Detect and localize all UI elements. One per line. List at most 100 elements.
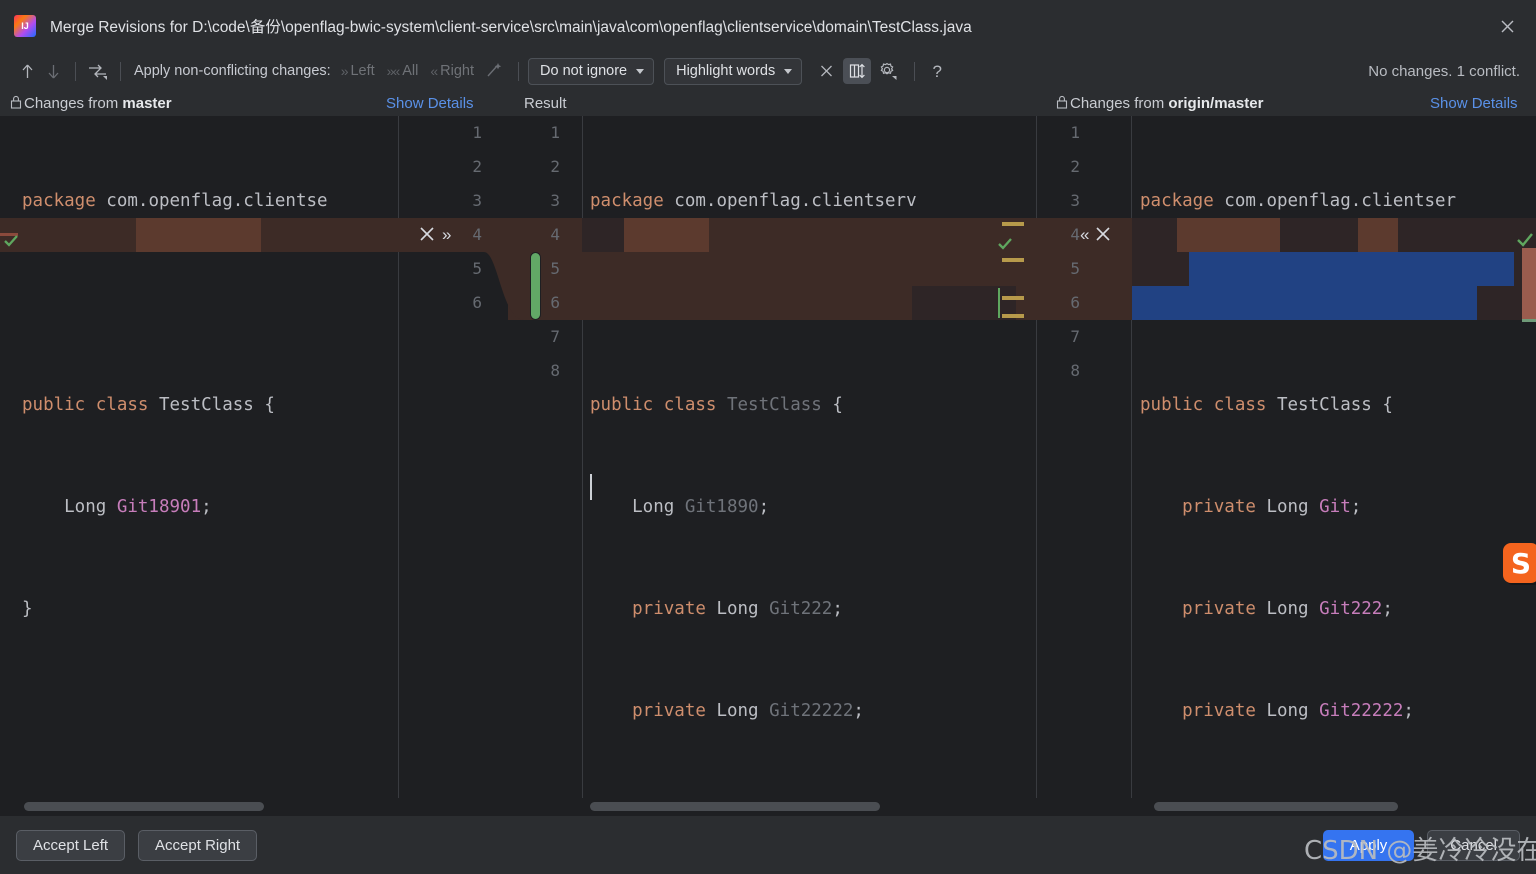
right-line-6: private Long Git22222; (1140, 701, 1414, 721)
chevron-down-icon-2 (784, 68, 793, 74)
right-lineno: 5 (1070, 259, 1080, 278)
left-inspection-ok-icon (3, 233, 19, 254)
right-line-2 (1140, 286, 1536, 320)
apply-left-button[interactable]: » Left (341, 63, 375, 79)
ignore-right-change-icon[interactable] (1094, 225, 1112, 243)
result-pane-title: Result (524, 94, 567, 112)
double-chevron-left-icon: « (430, 63, 438, 79)
apply-all-button[interactable]: »« All (387, 63, 419, 79)
gear-icon[interactable] (874, 58, 902, 84)
horizontal-scrollbars (0, 798, 1536, 816)
left-lineno: 6 (472, 293, 482, 312)
left-line-numbers: 1 2 3 4 5 6 (398, 116, 482, 320)
toolbar-separator-2 (120, 61, 121, 81)
toolbar-separator-4 (914, 61, 916, 81)
right-inspection-ok-icon (1516, 231, 1534, 254)
chevron-down-icon (636, 68, 645, 74)
highlight-policy-value: Highlight words (676, 63, 776, 79)
editors-region: package com.openflag.clientse public cla… (0, 116, 1536, 798)
result-lineno: 7 (550, 327, 560, 346)
right-gutter-spacer (1036, 798, 1132, 816)
toolbar: Apply non-conflicting changes: » Left »«… (0, 52, 1536, 90)
apply-button[interactable]: Apply (1322, 829, 1415, 861)
result-line-4: Long Git1890; (590, 497, 770, 517)
result-line-3: public class TestClass { (590, 395, 843, 415)
left-hscrollbar[interactable] (0, 798, 398, 816)
overview-change-marker (1522, 248, 1536, 322)
ignore-policy-value: Do not ignore (540, 63, 628, 79)
result-right-gutter[interactable]: 1 2 3 4 5 6 7 8 « (1036, 116, 1132, 798)
conflict-status-text: No changes. 1 conflict. (1368, 62, 1520, 80)
overview-marker-2 (1002, 258, 1024, 262)
left-pane-title: Changes from master (24, 94, 172, 112)
toolbar-separator (75, 61, 76, 81)
right-hscrollbar[interactable] (1132, 798, 1536, 816)
right-lineno: 7 (1070, 327, 1080, 346)
right-conflict-actions[interactable]: « (1080, 225, 1112, 243)
left-code: package com.openflag.clientse public cla… (0, 116, 398, 694)
apply-all-label: All (402, 63, 419, 79)
result-editor-pane[interactable]: package com.openflag.clientserv public c… (582, 116, 1036, 798)
apply-non-conflicting-label: Apply non-conflicting changes: (134, 63, 331, 79)
right-lineno: 2 (1070, 157, 1080, 176)
right-code: package com.openflag.clientser public cl… (1132, 116, 1536, 798)
result-line-numbers: 1 2 3 4 5 6 7 8 (498, 116, 560, 388)
left-lineno: 3 (472, 191, 482, 210)
ignore-policy-combo[interactable]: Do not ignore (528, 57, 655, 85)
accept-left-button[interactable]: Accept Left (16, 829, 126, 861)
mid-gutter-spacer (398, 798, 582, 816)
accept-left-change-icon[interactable]: » (442, 226, 451, 243)
next-difference-icon[interactable] (40, 58, 66, 84)
collapse-unchanged-icon[interactable] (812, 58, 840, 84)
right-hscroll-thumb[interactable] (1154, 802, 1398, 811)
left-hscroll-thumb[interactable] (24, 802, 264, 811)
merge-revisions-window: Merge Revisions for D:\code\备份\openflag-… (0, 0, 1536, 874)
highlight-policy-combo[interactable]: Highlight words (664, 57, 803, 85)
magic-wand-icon (486, 61, 503, 82)
magic-resolve-button[interactable] (486, 61, 503, 82)
ignore-left-change-icon[interactable] (418, 225, 436, 243)
result-code: package com.openflag.clientserv public c… (582, 116, 1036, 798)
result-hscrollbar[interactable] (582, 798, 1036, 816)
compare-columns-icon[interactable] (843, 58, 872, 84)
right-pane-header: Changes from origin/master (1056, 90, 1263, 116)
right-line-5: private Long Git222; (1140, 599, 1393, 619)
right-editor-pane[interactable]: package com.openflag.clientser public cl… (1132, 116, 1536, 798)
left-conflict-actions[interactable]: » (418, 225, 451, 243)
left-lineno: 1 (472, 123, 482, 142)
close-icon[interactable] (1494, 13, 1520, 39)
overview-marker-1 (1002, 222, 1024, 226)
left-show-details-link[interactable]: Show Details (386, 90, 474, 116)
result-lineno: 3 (550, 191, 560, 210)
result-line-6: private Long Git22222; (590, 701, 864, 721)
result-change-bar (530, 252, 541, 320)
result-lineno: 8 (550, 361, 560, 380)
right-show-details-link[interactable]: Show Details (1430, 90, 1518, 116)
bottom-button-bar: Accept Left Accept Right Apply Cancel CS… (0, 816, 1536, 874)
right-lineno: 6 (1070, 293, 1080, 312)
result-hscroll-thumb[interactable] (590, 802, 880, 811)
right-lineno: 1 (1070, 123, 1080, 142)
left-line-3: public class TestClass { (22, 395, 275, 415)
previous-difference-icon[interactable] (14, 58, 40, 84)
result-line-2 (590, 286, 1036, 320)
cancel-button[interactable]: Cancel (1427, 829, 1520, 861)
right-lineno: 4 (1070, 225, 1080, 244)
apply-right-button[interactable]: « Right (430, 63, 474, 79)
title-bar: Merge Revisions for D:\code\备份\openflag-… (0, 0, 1536, 52)
left-editor-pane[interactable]: package com.openflag.clientse public cla… (0, 116, 398, 798)
result-lineno: 1 (550, 123, 560, 142)
right-line-1: package com.openflag.clientser (1140, 191, 1457, 211)
accept-right-button[interactable]: Accept Right (138, 829, 258, 861)
lock-icon-left (10, 95, 22, 112)
apply-all-non-conflicting-icon[interactable] (85, 58, 111, 84)
window-title: Merge Revisions for D:\code\备份\openflag-… (50, 19, 972, 36)
result-text-caret (590, 474, 592, 500)
left-result-gutter[interactable]: 1 2 3 4 5 6 » 1 2 3 4 5 6 7 8 (398, 116, 582, 798)
overview-current-marker (1522, 319, 1536, 322)
accept-right-change-icon[interactable]: « (1080, 226, 1089, 243)
help-icon[interactable]: ? (924, 58, 950, 84)
right-line-3: public class TestClass { (1140, 395, 1393, 415)
pane-headers: Changes from master Show Details Result … (0, 90, 1536, 116)
left-line-4: Long Git18901; (22, 497, 212, 517)
